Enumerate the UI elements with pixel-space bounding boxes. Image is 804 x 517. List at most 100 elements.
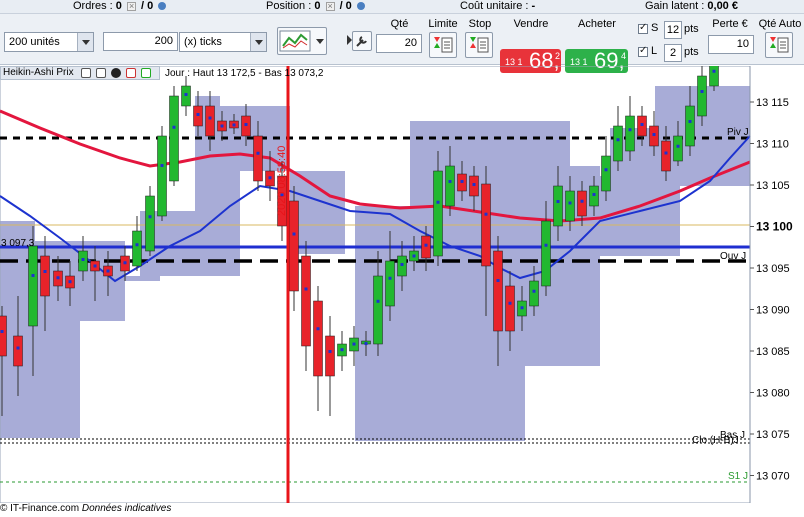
- orders-settings-icon[interactable]: [158, 2, 167, 11]
- footer-brand: © IT-Finance.com: [0, 503, 80, 514]
- position-settings-icon[interactable]: [356, 2, 365, 11]
- ha-dot: [220, 124, 224, 128]
- footer-note: Données indicatives: [81, 503, 172, 514]
- ha-dot: [68, 280, 72, 284]
- candle-down: [421, 235, 431, 259]
- qty-auto-button[interactable]: [765, 32, 793, 58]
- qty-auto-icon: [770, 37, 789, 53]
- ha-dot: [268, 176, 272, 180]
- ha-dot: [196, 113, 200, 116]
- ha-dot: [232, 123, 236, 127]
- ha-dot: [616, 138, 620, 142]
- y-tick-label: 13 080: [756, 388, 790, 400]
- account-summary-bar: Ordres : 0 / 0 Position : 0 / 0 Coût uni…: [0, 0, 804, 14]
- ha-dot: [148, 215, 152, 219]
- y-tick-label: 13 070: [756, 471, 790, 483]
- limit-label: Limite: [428, 18, 458, 30]
- buy-label: Acheter: [578, 18, 616, 30]
- indicators-button[interactable]: [277, 27, 327, 55]
- footer-credit: © IT-Finance.com Données indicatives: [0, 503, 171, 514]
- move-down-icon[interactable]: [126, 68, 136, 78]
- stop-order-button[interactable]: [465, 32, 493, 58]
- tools-button[interactable]: [352, 31, 372, 51]
- chart-indicator-icon: [279, 30, 324, 52]
- properties-icon[interactable]: [96, 68, 106, 78]
- chevron-down-icon[interactable]: [250, 33, 266, 51]
- ticks-select[interactable]: (x) ticks: [179, 32, 267, 52]
- ha-dot: [568, 201, 572, 205]
- candle-down: [661, 140, 671, 172]
- candle-up: [601, 155, 611, 192]
- ha-dot: [436, 200, 440, 204]
- candle-down: [253, 135, 263, 182]
- candle-up: [685, 105, 695, 147]
- move-up-icon[interactable]: [141, 68, 151, 78]
- price-chart[interactable]: 2020 08:58:40 13 115 13 110 13 105 13 100 13 …: [0, 66, 804, 503]
- candle-down: [493, 250, 503, 332]
- candle-down: [505, 285, 515, 332]
- ha-dot: [580, 199, 584, 203]
- candle-down: [40, 255, 50, 297]
- ha-dot: [304, 287, 308, 291]
- qty-label: Qté: [390, 18, 409, 30]
- ha-dot: [364, 342, 368, 346]
- candle-up: [445, 165, 455, 207]
- units-select[interactable]: 200 unités: [4, 32, 94, 52]
- buy-price-fraction: 4: [621, 51, 627, 61]
- sell-label: Vendre: [513, 18, 549, 30]
- ha-dot: [676, 144, 680, 148]
- ha-dot: [43, 270, 47, 273]
- order-toolbar: 200 unités 200 (x) ticks Qté 20 Limite S…: [0, 14, 804, 73]
- candle-up: [433, 170, 443, 257]
- chevron-down-icon[interactable]: [77, 33, 93, 51]
- ha-dot: [496, 279, 500, 282]
- wrench-icon[interactable]: [81, 68, 91, 78]
- orders-value: 0: [115, 0, 122, 12]
- ha-dot: [16, 346, 20, 350]
- ha-dot: [184, 93, 188, 96]
- ha-dot: [172, 125, 176, 129]
- wrench-icon: [356, 36, 367, 47]
- ha-dot: [123, 261, 127, 265]
- stop-loss-label: S: [651, 22, 659, 34]
- stop-loss-points-input[interactable]: 12: [664, 21, 682, 39]
- indicator-legend: Heikin-Ashi Prix: [0, 66, 160, 80]
- candle-down: [325, 335, 335, 377]
- ticks-input[interactable]: 200: [103, 32, 178, 51]
- y-tick-label: 13 085: [756, 346, 790, 358]
- candle-up: [373, 275, 383, 345]
- qty-input[interactable]: 20: [376, 34, 422, 53]
- position-summary: Position : 0 / 0: [266, 0, 367, 13]
- close-icon[interactable]: [111, 68, 121, 78]
- sell-price-fraction: 2: [555, 51, 561, 61]
- ha-dot: [508, 301, 512, 305]
- take-profit-label: L: [651, 45, 658, 57]
- limit-order-button[interactable]: [429, 32, 457, 58]
- y-tick-label: 13 110: [756, 139, 789, 151]
- orders-summary: Ordres : 0 / 0: [73, 0, 168, 13]
- ha-dot: [460, 179, 464, 183]
- candle-up: [673, 135, 683, 162]
- candle-up: [697, 75, 707, 117]
- indicator-name: Heikin-Ashi Prix: [3, 67, 74, 78]
- take-profit-points-input[interactable]: 2: [664, 44, 682, 62]
- clo-label: Clo (H-B)J: [692, 435, 739, 446]
- position-value: 0: [314, 0, 321, 12]
- time-cursor-label: 2020 08:58:40: [276, 146, 288, 216]
- candle-down: [481, 183, 491, 267]
- cancel-orders-icon[interactable]: [126, 0, 136, 13]
- ha-dot: [448, 180, 452, 183]
- close-position-icon[interactable]: [325, 0, 335, 13]
- units-select-value: 200 unités: [9, 36, 60, 48]
- ha-dot: [412, 254, 416, 258]
- ha-dot: [640, 123, 644, 126]
- ha-dot: [700, 90, 704, 93]
- y-tick-label: 13 075: [756, 429, 790, 441]
- ha-dot: [208, 116, 212, 120]
- ha-dot: [628, 128, 632, 132]
- candle-up: [553, 185, 563, 227]
- stop-loss-checkbox[interactable]: [638, 22, 648, 34]
- loss-input[interactable]: 10: [708, 35, 754, 54]
- take-profit-checkbox[interactable]: [638, 45, 648, 57]
- ha-dot: [664, 151, 668, 155]
